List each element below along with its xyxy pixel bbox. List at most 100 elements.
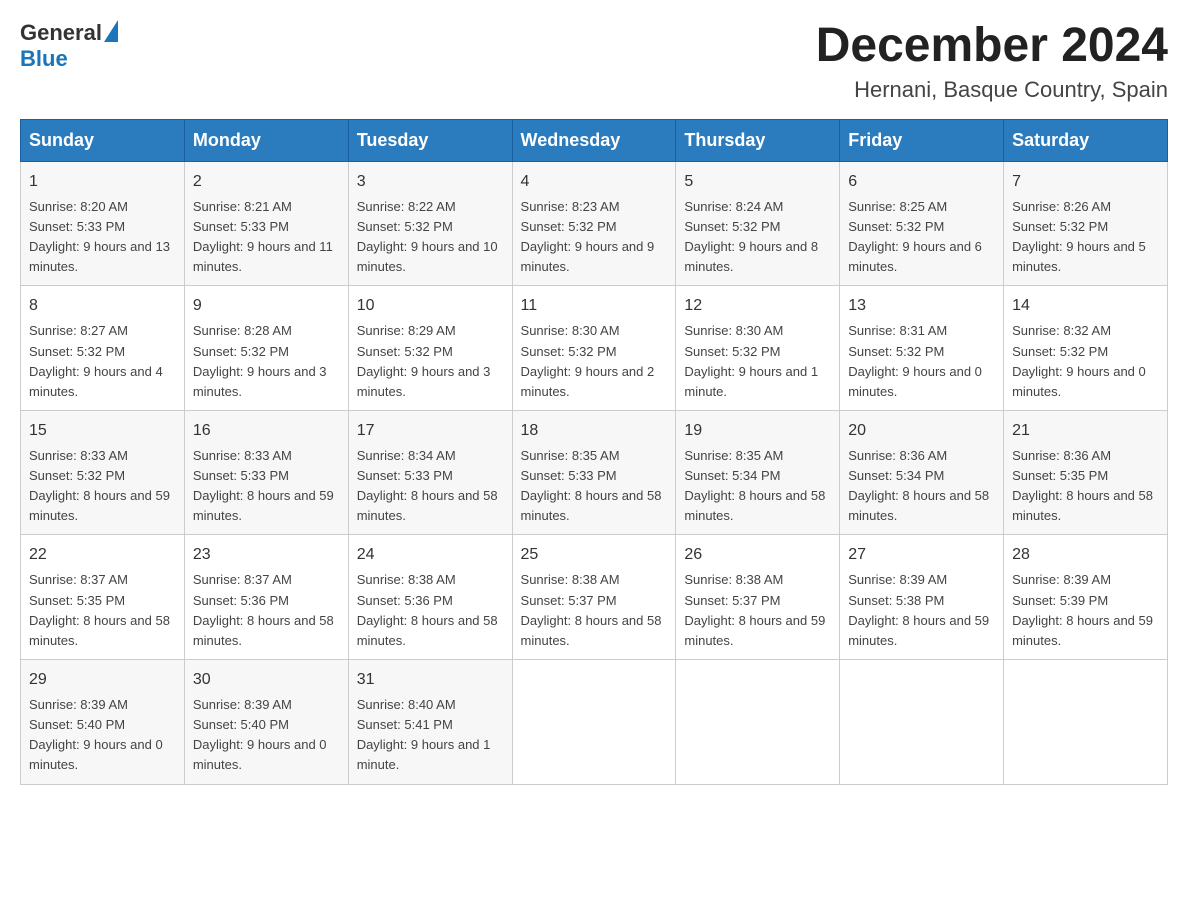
day-info: Sunrise: 8:27 AMSunset: 5:32 PMDaylight:… bbox=[29, 321, 176, 402]
calendar-cell: 27 Sunrise: 8:39 AMSunset: 5:38 PMDayligh… bbox=[840, 535, 1004, 660]
calendar-cell: 14Sunrise: 8:32 AMSunset: 5:32 PMDayligh… bbox=[1004, 286, 1168, 411]
day-info: Sunrise: 8:25 AMSunset: 5:32 PMDaylight:… bbox=[848, 197, 995, 278]
day-info: Sunrise: 8:33 AMSunset: 5:32 PMDaylight:… bbox=[29, 446, 176, 527]
day-of-week-header: Saturday bbox=[1004, 119, 1168, 161]
day-number: 12 bbox=[684, 294, 831, 318]
day-info: Sunrise: 8:36 AMSunset: 5:35 PMDaylight:… bbox=[1012, 446, 1159, 527]
title-block: December 2024 Hernani, Basque Country, S… bbox=[816, 20, 1168, 103]
day-of-week-header: Wednesday bbox=[512, 119, 676, 161]
calendar-table: SundayMondayTuesdayWednesdayThursdayFrid… bbox=[20, 119, 1168, 785]
day-number: 10 bbox=[357, 294, 504, 318]
day-info: Sunrise: 8:31 AMSunset: 5:32 PMDaylight:… bbox=[848, 321, 995, 402]
calendar-cell: 31Sunrise: 8:40 AMSunset: 5:41 PMDayligh… bbox=[348, 660, 512, 785]
calendar-week-row: 8 Sunrise: 8:27 AMSunset: 5:32 PMDaylight… bbox=[21, 286, 1168, 411]
calendar-cell: 16 Sunrise: 8:33 AMSunset: 5:33 PMDayligh… bbox=[184, 410, 348, 535]
calendar-week-row: 22 Sunrise: 8:37 AMSunset: 5:35 PMDayligh… bbox=[21, 535, 1168, 660]
day-info: Sunrise: 8:20 AMSunset: 5:33 PMDaylight:… bbox=[29, 197, 176, 278]
day-number: 17 bbox=[357, 419, 504, 443]
day-number: 11 bbox=[521, 294, 668, 318]
day-number: 29 bbox=[29, 668, 176, 692]
day-info: Sunrise: 8:22 AMSunset: 5:32 PMDaylight:… bbox=[357, 197, 504, 278]
day-number: 22 bbox=[29, 543, 176, 567]
day-of-week-header: Tuesday bbox=[348, 119, 512, 161]
day-of-week-header: Friday bbox=[840, 119, 1004, 161]
day-number: 26 bbox=[684, 543, 831, 567]
calendar-week-row: 1 Sunrise: 8:20 AMSunset: 5:33 PMDaylight… bbox=[21, 161, 1168, 286]
day-number: 13 bbox=[848, 294, 995, 318]
calendar-cell: 26 Sunrise: 8:38 AMSunset: 5:37 PMDayligh… bbox=[676, 535, 840, 660]
calendar-cell: 15 Sunrise: 8:33 AMSunset: 5:32 PMDayligh… bbox=[21, 410, 185, 535]
calendar-cell: 21 Sunrise: 8:36 AMSunset: 5:35 PMDayligh… bbox=[1004, 410, 1168, 535]
calendar-cell: 19Sunrise: 8:35 AMSunset: 5:34 PMDayligh… bbox=[676, 410, 840, 535]
calendar-cell: 2Sunrise: 8:21 AMSunset: 5:33 PMDaylight… bbox=[184, 161, 348, 286]
day-info: Sunrise: 8:32 AMSunset: 5:32 PMDaylight:… bbox=[1012, 321, 1159, 402]
calendar-cell: 20 Sunrise: 8:36 AMSunset: 5:34 PMDayligh… bbox=[840, 410, 1004, 535]
day-info: Sunrise: 8:39 AMSunset: 5:38 PMDaylight:… bbox=[848, 570, 995, 651]
calendar-cell: 25Sunrise: 8:38 AMSunset: 5:37 PMDayligh… bbox=[512, 535, 676, 660]
day-info: Sunrise: 8:38 AMSunset: 5:36 PMDaylight:… bbox=[357, 570, 504, 651]
calendar-cell: 30Sunrise: 8:39 AMSunset: 5:40 PMDayligh… bbox=[184, 660, 348, 785]
calendar-cell: 8 Sunrise: 8:27 AMSunset: 5:32 PMDaylight… bbox=[21, 286, 185, 411]
calendar-cell bbox=[676, 660, 840, 785]
day-info: Sunrise: 8:24 AMSunset: 5:32 PMDaylight:… bbox=[684, 197, 831, 278]
day-info: Sunrise: 8:37 AMSunset: 5:36 PMDaylight:… bbox=[193, 570, 340, 651]
day-number: 8 bbox=[29, 294, 176, 318]
day-number: 24 bbox=[357, 543, 504, 567]
day-number: 5 bbox=[684, 170, 831, 194]
day-info: Sunrise: 8:21 AMSunset: 5:33 PMDaylight:… bbox=[193, 197, 340, 278]
calendar-cell: 22 Sunrise: 8:37 AMSunset: 5:35 PMDayligh… bbox=[21, 535, 185, 660]
day-info: Sunrise: 8:30 AMSunset: 5:32 PMDaylight:… bbox=[521, 321, 668, 402]
calendar-header-row: SundayMondayTuesdayWednesdayThursdayFrid… bbox=[21, 119, 1168, 161]
day-of-week-header: Sunday bbox=[21, 119, 185, 161]
day-of-week-header: Thursday bbox=[676, 119, 840, 161]
calendar-week-row: 29 Sunrise: 8:39 AMSunset: 5:40 PMDayligh… bbox=[21, 660, 1168, 785]
day-number: 19 bbox=[684, 419, 831, 443]
day-info: Sunrise: 8:38 AMSunset: 5:37 PMDaylight:… bbox=[521, 570, 668, 651]
day-number: 21 bbox=[1012, 419, 1159, 443]
calendar-cell: 1 Sunrise: 8:20 AMSunset: 5:33 PMDaylight… bbox=[21, 161, 185, 286]
page-header: General Blue December 2024 Hernani, Basq… bbox=[20, 20, 1168, 103]
day-info: Sunrise: 8:34 AMSunset: 5:33 PMDaylight:… bbox=[357, 446, 504, 527]
day-of-week-header: Monday bbox=[184, 119, 348, 161]
day-number: 28 bbox=[1012, 543, 1159, 567]
calendar-cell: 18Sunrise: 8:35 AMSunset: 5:33 PMDayligh… bbox=[512, 410, 676, 535]
logo-triangle-icon bbox=[104, 20, 118, 42]
calendar-cell: 6Sunrise: 8:25 AMSunset: 5:32 PMDaylight… bbox=[840, 161, 1004, 286]
calendar-cell: 29Sunrise: 8:39 AMSunset: 5:40 PMDayligh… bbox=[21, 660, 185, 785]
calendar-cell: 28 Sunrise: 8:39 AMSunset: 5:39 PMDayligh… bbox=[1004, 535, 1168, 660]
day-number: 20 bbox=[848, 419, 995, 443]
calendar-cell: 9 Sunrise: 8:28 AMSunset: 5:32 PMDaylight… bbox=[184, 286, 348, 411]
day-info: Sunrise: 8:39 AMSunset: 5:40 PMDaylight:… bbox=[193, 695, 340, 776]
day-info: Sunrise: 8:38 AMSunset: 5:37 PMDaylight:… bbox=[684, 570, 831, 651]
calendar-cell: 23 Sunrise: 8:37 AMSunset: 5:36 PMDayligh… bbox=[184, 535, 348, 660]
day-info: Sunrise: 8:40 AMSunset: 5:41 PMDaylight:… bbox=[357, 695, 504, 776]
calendar-cell bbox=[840, 660, 1004, 785]
calendar-cell: 4 Sunrise: 8:23 AMSunset: 5:32 PMDaylight… bbox=[512, 161, 676, 286]
calendar-week-row: 15 Sunrise: 8:33 AMSunset: 5:32 PMDayligh… bbox=[21, 410, 1168, 535]
calendar-cell: 3Sunrise: 8:22 AMSunset: 5:32 PMDaylight… bbox=[348, 161, 512, 286]
calendar-cell: 10Sunrise: 8:29 AMSunset: 5:32 PMDayligh… bbox=[348, 286, 512, 411]
day-number: 1 bbox=[29, 170, 176, 194]
day-info: Sunrise: 8:39 AMSunset: 5:39 PMDaylight:… bbox=[1012, 570, 1159, 651]
day-info: Sunrise: 8:28 AMSunset: 5:32 PMDaylight:… bbox=[193, 321, 340, 402]
logo: General Blue bbox=[20, 20, 118, 72]
day-info: Sunrise: 8:26 AMSunset: 5:32 PMDaylight:… bbox=[1012, 197, 1159, 278]
day-number: 27 bbox=[848, 543, 995, 567]
calendar-cell bbox=[512, 660, 676, 785]
day-number: 23 bbox=[193, 543, 340, 567]
calendar-cell: 24 Sunrise: 8:38 AMSunset: 5:36 PMDayligh… bbox=[348, 535, 512, 660]
logo-blue-text: Blue bbox=[20, 46, 118, 72]
day-number: 16 bbox=[193, 419, 340, 443]
day-number: 9 bbox=[193, 294, 340, 318]
calendar-cell: 17 Sunrise: 8:34 AMSunset: 5:33 PMDayligh… bbox=[348, 410, 512, 535]
day-info: Sunrise: 8:35 AMSunset: 5:33 PMDaylight:… bbox=[521, 446, 668, 527]
day-number: 4 bbox=[521, 170, 668, 194]
calendar-cell: 7Sunrise: 8:26 AMSunset: 5:32 PMDaylight… bbox=[1004, 161, 1168, 286]
day-info: Sunrise: 8:33 AMSunset: 5:33 PMDaylight:… bbox=[193, 446, 340, 527]
day-info: Sunrise: 8:36 AMSunset: 5:34 PMDaylight:… bbox=[848, 446, 995, 527]
day-info: Sunrise: 8:37 AMSunset: 5:35 PMDaylight:… bbox=[29, 570, 176, 651]
day-info: Sunrise: 8:30 AMSunset: 5:32 PMDaylight:… bbox=[684, 321, 831, 402]
calendar-cell: 11 Sunrise: 8:30 AMSunset: 5:32 PMDayligh… bbox=[512, 286, 676, 411]
day-info: Sunrise: 8:23 AMSunset: 5:32 PMDaylight:… bbox=[521, 197, 668, 278]
day-number: 15 bbox=[29, 419, 176, 443]
